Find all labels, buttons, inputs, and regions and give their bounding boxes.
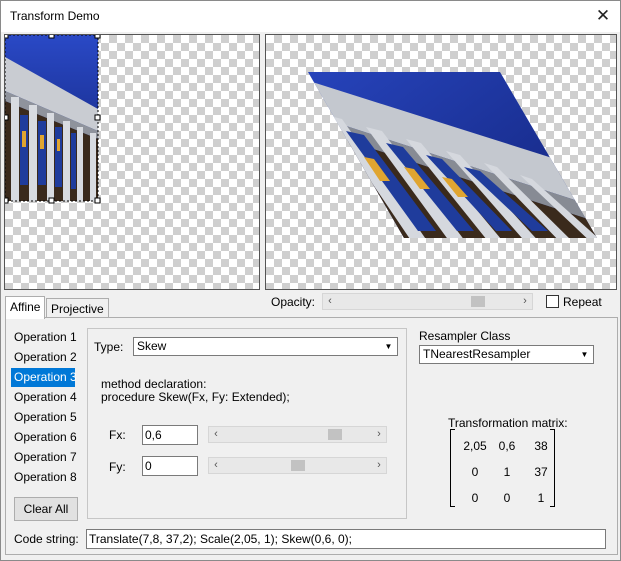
operation-item[interactable]: Operation 5 — [11, 408, 77, 427]
type-select-value: Skew — [137, 339, 167, 353]
tab-affine-label: Affine — [10, 300, 41, 314]
fx-input-value: 0,6 — [145, 428, 162, 442]
operation-item[interactable]: Operation 6 — [11, 428, 77, 447]
title-bar: Transform Demo ✕ — [1, 1, 620, 32]
operation-item[interactable]: Operation 8 — [11, 468, 77, 487]
arrow-left-icon[interactable]: ‹ — [209, 458, 223, 473]
operation-groupbox — [87, 328, 407, 519]
tab-projective[interactable]: Projective — [46, 298, 109, 319]
operation-item[interactable]: Operation 4 — [11, 388, 77, 407]
tab-projective-label: Projective — [51, 302, 104, 316]
clear-all-button[interactable]: Clear All — [14, 497, 78, 521]
matrix-cell: 0 — [471, 491, 479, 505]
matrix-cell: 0 — [471, 465, 479, 479]
matrix-cell: 1 — [537, 491, 545, 505]
matrix-cell: 2,05 — [463, 439, 487, 453]
method-heading: method declaration: — [101, 377, 207, 391]
chevron-down-icon[interactable]: ▼ — [381, 339, 396, 354]
fx-scrollbar[interactable]: ‹ › — [208, 426, 387, 443]
repeat-label: Repeat — [563, 295, 602, 309]
close-icon: ✕ — [595, 6, 611, 25]
fx-input[interactable]: 0,6 — [142, 425, 198, 445]
method-declaration: procedure Skew(Fx, Fy: Extended); — [101, 390, 290, 404]
arrow-right-icon[interactable]: › — [372, 427, 386, 442]
arrow-right-icon[interactable]: › — [518, 294, 532, 309]
fy-input[interactable]: 0 — [142, 456, 198, 476]
transformed-image — [308, 72, 597, 238]
type-select[interactable]: Skew ▼ — [133, 337, 398, 356]
fy-scrollbar[interactable]: ‹ › — [208, 457, 387, 474]
opacity-scrollbar[interactable]: ‹ › — [322, 293, 533, 310]
fy-label: Fy: — [109, 460, 126, 474]
fy-thumb[interactable] — [290, 460, 305, 471]
matrix-bracket-left — [450, 429, 455, 507]
app-window: Transform Demo ✕ Affine Projective Opaci… — [0, 0, 621, 561]
matrix-label: Transformation matrix: — [448, 416, 568, 430]
close-button[interactable]: ✕ — [586, 1, 620, 31]
matrix-cell: 1 — [503, 465, 511, 479]
fx-label: Fx: — [109, 428, 126, 442]
code-label: Code string: — [14, 532, 79, 546]
arrow-right-icon[interactable]: › — [372, 458, 386, 473]
resampler-select[interactable]: TNearestResampler ▼ — [419, 345, 594, 364]
matrix-cell: 0 — [503, 491, 511, 505]
matrix-cell: 0,6 — [498, 439, 516, 453]
window-title: Transform Demo — [10, 9, 100, 23]
type-label: Type: — [94, 340, 124, 354]
transformation-matrix: 2,05 0,6 38 0 1 37 0 0 1 — [450, 429, 555, 507]
code-input[interactable]: Translate(7,8, 37,2); Scale(2,05, 1); Sk… — [86, 529, 606, 549]
opacity-label: Opacity: — [271, 295, 316, 309]
clear-all-label: Clear All — [23, 502, 69, 516]
resampler-label: Resampler Class — [419, 329, 511, 343]
chevron-down-icon[interactable]: ▼ — [577, 347, 592, 362]
opacity-thumb[interactable] — [470, 296, 485, 307]
destination-image-panel — [265, 34, 617, 290]
arrow-left-icon[interactable]: ‹ — [209, 427, 223, 442]
arrow-left-icon[interactable]: ‹ — [323, 294, 337, 309]
resampler-select-value: TNearestResampler — [423, 347, 531, 361]
fy-input-value: 0 — [145, 459, 152, 473]
code-input-value: Translate(7,8, 37,2); Scale(2,05, 1); Sk… — [89, 532, 353, 546]
repeat-checkbox[interactable] — [546, 295, 559, 308]
fx-thumb[interactable] — [328, 429, 343, 440]
matrix-cell: 38 — [534, 439, 548, 453]
source-image-panel[interactable] — [4, 34, 260, 290]
matrix-cell: 37 — [534, 465, 548, 479]
operation-item[interactable]: Operation 3 — [11, 368, 77, 387]
operation-item[interactable]: Operation 7 — [11, 448, 77, 467]
tab-affine[interactable]: Affine — [5, 296, 46, 319]
operation-item[interactable]: Operation 2 — [11, 348, 77, 367]
source-image — [5, 35, 101, 204]
operation-item[interactable]: Operation 1 — [11, 328, 77, 347]
